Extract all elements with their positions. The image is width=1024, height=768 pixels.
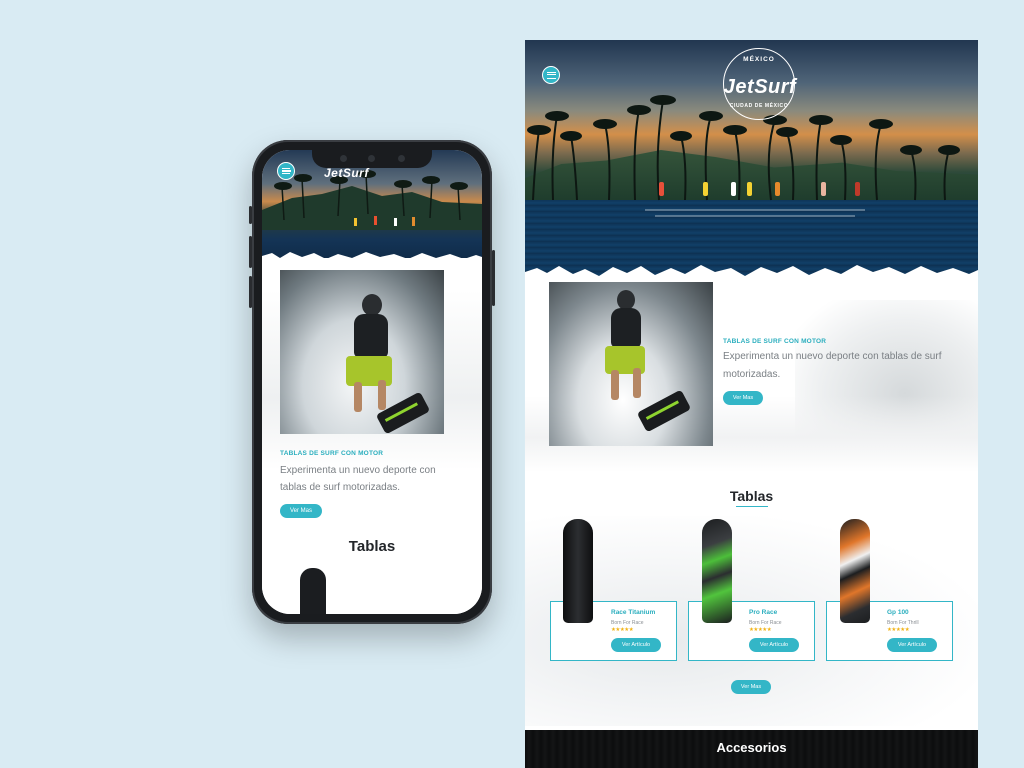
rider-4 — [747, 182, 752, 196]
rider-3 — [731, 182, 736, 196]
rider-2 — [703, 182, 708, 196]
product-name[interactable]: Pro Race — [749, 609, 777, 616]
surf-board — [636, 389, 692, 433]
rider-1 — [659, 182, 664, 196]
mobile-board-image — [300, 568, 326, 614]
feature-photo — [549, 282, 713, 446]
tablas-underline — [736, 506, 768, 507]
board-image-race-titanium — [563, 519, 593, 623]
menu-icon — [546, 71, 556, 79]
accesorios-title: Accesorios — [716, 740, 787, 755]
feature-section: TABLAS DE SURF CON MOTOR Experimenta un … — [525, 276, 978, 476]
menu-icon — [282, 168, 291, 174]
mobile-tablas-title: Tablas — [348, 538, 396, 555]
phone-notch — [312, 150, 432, 168]
star-rating-icon: ★★★★★ — [749, 627, 772, 633]
star-rating-icon: ★★★★★ — [611, 627, 634, 633]
surfer-vest — [611, 308, 641, 348]
surfer-helmet — [617, 290, 635, 310]
accesorios-section: Accesorios — [525, 730, 978, 768]
tablas-title: Tablas — [729, 488, 774, 504]
rider-6 — [821, 182, 826, 196]
ver-articulo-button[interactable]: Ver Artículo — [749, 638, 799, 652]
product-subtitle: Born For Race — [611, 620, 644, 626]
phone-volume-down — [249, 276, 252, 308]
feature-ver-mas-button[interactable]: Ver Mas — [723, 391, 763, 405]
product-subtitle: Born For Thrill — [887, 620, 919, 626]
logo[interactable]: MÉXICO JetSurf CIUDAD DE MÉXICO — [685, 48, 835, 128]
product-subtitle: Born For Race — [749, 620, 782, 626]
phone-side-button — [249, 206, 252, 224]
phone-volume-up — [249, 236, 252, 268]
mobile-ver-mas-button[interactable]: Ver Mas — [280, 504, 322, 518]
mobile-logo[interactable]: JetSurf — [324, 166, 369, 180]
phone-power-button — [492, 250, 495, 306]
phone-mockup: JetSurf TABLAS DE SURF CON MOTOR Experim… — [249, 140, 495, 624]
logo-top-text: MÉXICO — [743, 56, 775, 63]
star-rating-icon: ★★★★★ — [887, 627, 910, 633]
mobile-menu-button[interactable] — [277, 162, 295, 180]
mobile-feature-tag: TABLAS DE SURF CON MOTOR — [280, 450, 384, 457]
rider-7 — [855, 182, 860, 196]
phone-screen: JetSurf TABLAS DE SURF CON MOTOR Experim… — [262, 150, 482, 614]
desktop-page: MÉXICO JetSurf CIUDAD DE MÉXICO TABLAS D… — [525, 40, 978, 768]
board-image-pro-race — [702, 519, 732, 623]
mobile-torn-edge — [262, 252, 482, 266]
logo-bottom-text: CIUDAD DE MÉXICO — [729, 103, 789, 109]
tablas-ver-mas-button[interactable]: Ver Mas — [731, 680, 771, 694]
feature-tag: TABLAS DE SURF CON MOTOR — [723, 338, 827, 345]
rider-5 — [775, 182, 780, 196]
logo-text: JetSurf — [723, 76, 797, 98]
hero-image: MÉXICO JetSurf CIUDAD DE MÉXICO — [525, 40, 978, 276]
board-image-gp-100 — [840, 519, 870, 623]
mobile-feature-description: Experimenta un nuevo deporte con tablas … — [280, 465, 436, 493]
feature-description: Experimenta un nuevo deporte con tablas … — [723, 351, 942, 380]
menu-button[interactable] — [542, 66, 560, 84]
mobile-feature-photo — [280, 270, 444, 434]
ver-articulo-button[interactable]: Ver Artículo — [887, 638, 937, 652]
ver-articulo-button[interactable]: Ver Artículo — [611, 638, 661, 652]
product-name[interactable]: Gp 100 — [887, 609, 909, 616]
product-name[interactable]: Race Titanium — [611, 609, 655, 616]
